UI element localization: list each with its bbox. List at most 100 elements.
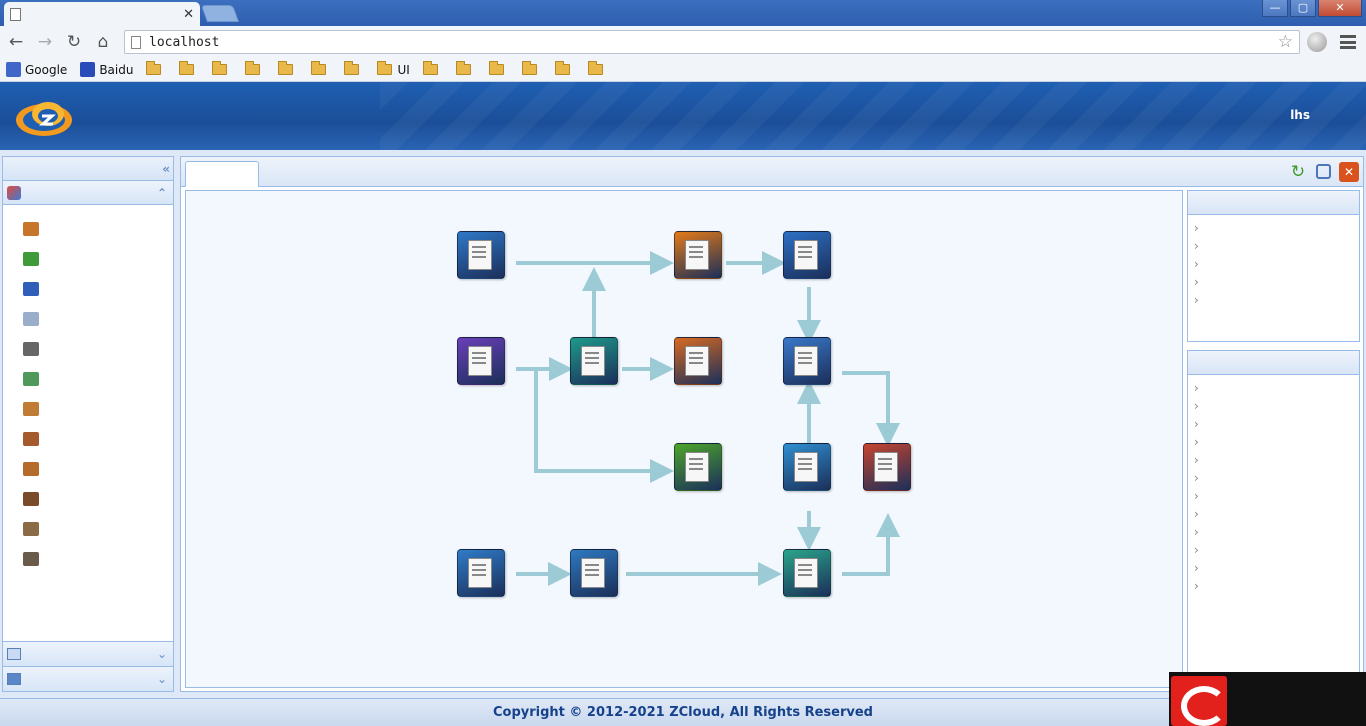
workflow-node[interactable] — [436, 231, 526, 281]
address-bar[interactable]: localhost ☆ — [124, 30, 1300, 54]
folder-icon — [488, 61, 504, 75]
report-link[interactable] — [1194, 291, 1359, 309]
globe-icon[interactable] — [1307, 32, 1327, 52]
bookmark-item[interactable] — [179, 61, 199, 75]
bookmark-item[interactable]: Baidu — [80, 62, 133, 77]
doc-link[interactable] — [1194, 379, 1359, 397]
bookmark-item[interactable] — [554, 61, 575, 75]
right-sidebar — [1184, 190, 1361, 688]
bookmark-item[interactable] — [245, 61, 265, 75]
menu-item[interactable] — [3, 364, 173, 394]
report-link[interactable] — [1194, 219, 1359, 237]
doc-link[interactable] — [1194, 559, 1359, 577]
menu-item[interactable] — [3, 304, 173, 334]
bookmark-item[interactable] — [146, 61, 166, 75]
bookmark-item[interactable] — [587, 61, 608, 75]
folder-icon — [554, 61, 570, 75]
folder-icon — [344, 61, 360, 75]
workflow-node[interactable] — [653, 337, 743, 387]
menu-item[interactable] — [3, 544, 173, 574]
workflow-node[interactable] — [436, 549, 526, 599]
tab-tools: ↻ ✕ — [1288, 162, 1359, 182]
page-icon — [10, 7, 21, 21]
bookmark-item[interactable] — [488, 61, 509, 75]
workflow-node[interactable] — [762, 231, 852, 281]
workflow-node[interactable] — [762, 549, 852, 599]
copyright-text: Copyright © 2012-2021 ZCloud, All Rights… — [492, 705, 873, 720]
workflow-node[interactable] — [549, 337, 639, 387]
menu-item-icon — [23, 492, 39, 506]
chevron-down-icon[interactable]: ⌄ — [157, 647, 167, 661]
report-link[interactable] — [1194, 255, 1359, 273]
workflow-node[interactable] — [653, 231, 743, 281]
minimize-button[interactable]: — — [1262, 0, 1288, 17]
workflow-node[interactable] — [762, 337, 852, 387]
close-window-button[interactable]: ✕ — [1318, 0, 1362, 17]
report-link[interactable] — [1194, 273, 1359, 291]
maximize-icon[interactable] — [1316, 164, 1331, 179]
doc-link[interactable] — [1194, 541, 1359, 559]
menu-item[interactable] — [3, 514, 173, 544]
folder-icon — [146, 61, 162, 75]
workflow-node[interactable] — [762, 443, 852, 493]
tab-desktop[interactable] — [185, 161, 259, 187]
maximize-button[interactable]: ▢ — [1290, 0, 1316, 17]
new-tab-button[interactable] — [200, 5, 240, 22]
folder-icon — [179, 61, 195, 75]
doc-link[interactable] — [1194, 397, 1359, 415]
doc-link[interactable] — [1194, 577, 1359, 595]
folder-icon — [311, 61, 327, 75]
document-icon — [783, 549, 831, 597]
workflow-node[interactable] — [436, 337, 526, 387]
bookmark-item[interactable]: Google — [6, 62, 67, 77]
collapse-left-icon[interactable]: « — [162, 162, 170, 176]
folder-icon — [422, 61, 438, 75]
doc-link[interactable] — [1194, 523, 1359, 541]
chevron-up-icon[interactable]: ⌃ — [157, 186, 167, 200]
chevron-down-icon[interactable]: ⌄ — [157, 672, 167, 686]
bookmark-item[interactable] — [278, 61, 298, 75]
bookmark-item[interactable] — [212, 61, 232, 75]
bookmark-star-icon[interactable]: ☆ — [1278, 32, 1293, 52]
doc-link[interactable] — [1194, 505, 1359, 523]
reload-button[interactable]: ↻ — [61, 30, 87, 54]
doc-link[interactable] — [1194, 469, 1359, 487]
doc-link[interactable] — [1194, 415, 1359, 433]
forward-button[interactable]: → — [32, 30, 58, 54]
home-button[interactable]: ⌂ — [90, 30, 116, 54]
accordion-dev-platform[interactable]: ⌄ — [3, 641, 173, 666]
bookmark-item[interactable]: UI — [377, 61, 410, 77]
menu-item[interactable] — [3, 244, 173, 274]
workflow-node[interactable] — [653, 443, 743, 493]
docs-panel — [1187, 350, 1360, 688]
accordion-system-settings[interactable]: ⌄ — [3, 666, 173, 691]
menu-item[interactable] — [3, 334, 173, 364]
back-button[interactable]: ← — [3, 30, 29, 54]
doc-link[interactable] — [1194, 487, 1359, 505]
doc-link[interactable] — [1194, 433, 1359, 451]
workflow-node[interactable] — [842, 443, 932, 493]
menu-item[interactable] — [3, 214, 173, 244]
report-link[interactable] — [1194, 237, 1359, 255]
menu-item[interactable] — [3, 274, 173, 304]
refresh-icon[interactable]: ↻ — [1288, 162, 1308, 182]
app-header: lhs — [0, 82, 1366, 150]
menu-item[interactable] — [3, 484, 173, 514]
workflow-node[interactable] — [549, 549, 639, 599]
accordion-materials-header[interactable]: ⌃ — [3, 181, 173, 205]
menu-item[interactable] — [3, 454, 173, 484]
welcome-text: lhs — [1290, 108, 1310, 122]
menu-item[interactable] — [3, 394, 173, 424]
bookmark-item[interactable] — [422, 61, 443, 75]
bookmark-item[interactable] — [455, 61, 476, 75]
menu-icon[interactable] — [1340, 33, 1356, 51]
browser-tab[interactable]: ✕ — [4, 2, 200, 26]
menu-item[interactable] — [3, 424, 173, 454]
tab-close-icon[interactable]: ✕ — [183, 7, 194, 22]
bookmark-item[interactable] — [344, 61, 364, 75]
doc-link[interactable] — [1194, 451, 1359, 469]
close-icon[interactable]: ✕ — [1339, 162, 1359, 182]
bookmark-item[interactable] — [311, 61, 331, 75]
bookmark-item[interactable] — [521, 61, 542, 75]
dev-platform-icon — [7, 648, 21, 660]
